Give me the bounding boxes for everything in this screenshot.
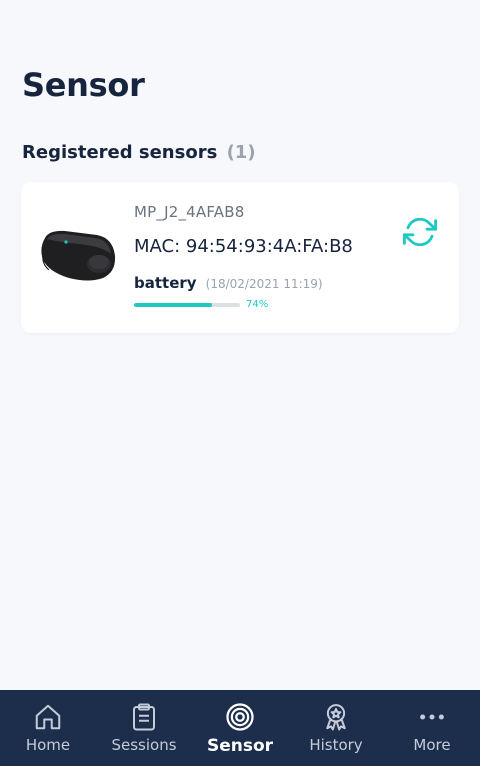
target-icon xyxy=(226,703,254,731)
refresh-icon xyxy=(403,217,437,247)
registered-sensors-label: Registered sensors xyxy=(22,142,218,163)
battery-progress-fill xyxy=(134,303,213,307)
battery-label: battery xyxy=(134,274,197,292)
tab-sessions-label: Sessions xyxy=(111,736,177,754)
clipboard-icon xyxy=(133,703,155,731)
tab-more-label: More xyxy=(413,736,451,754)
tab-sensor-label: Sensor xyxy=(206,736,274,756)
sensor-mac-address: MAC: 94:54:93:4A:FA:B8 xyxy=(134,236,353,257)
more-icon xyxy=(420,714,444,720)
sensor-device-image xyxy=(41,230,116,281)
registered-sensors-count: (1) xyxy=(226,142,256,163)
home-icon xyxy=(35,704,61,730)
registered-sensors-heading: Registered sensors (1) xyxy=(22,142,256,163)
battery-row: battery (18/02/2021 11:19) xyxy=(134,273,323,292)
tab-sensor[interactable]: Sensor xyxy=(192,690,288,766)
battery-date: (18/02/2021 11:19) xyxy=(205,277,323,291)
tab-sessions[interactable]: Sessions xyxy=(96,690,192,766)
tab-home[interactable]: Home xyxy=(0,690,96,766)
award-icon xyxy=(326,704,346,731)
sensor-name: MP_J2_4AFAB8 xyxy=(134,203,245,221)
tab-more[interactable]: More xyxy=(384,690,480,766)
page-title: Sensor xyxy=(22,66,145,104)
tab-history[interactable]: History xyxy=(288,690,384,766)
battery-progress-bar xyxy=(134,303,240,307)
refresh-button[interactable] xyxy=(402,214,438,250)
tab-history-label: History xyxy=(309,736,363,754)
battery-percent: 74% xyxy=(246,299,269,310)
tab-home-label: Home xyxy=(25,736,71,754)
bottom-tab-bar: Home Sessions Sensor History More xyxy=(0,690,480,766)
sensor-card[interactable]: MP_J2_4AFAB8 MAC: 94:54:93:4A:FA:B8 batt… xyxy=(21,182,459,333)
